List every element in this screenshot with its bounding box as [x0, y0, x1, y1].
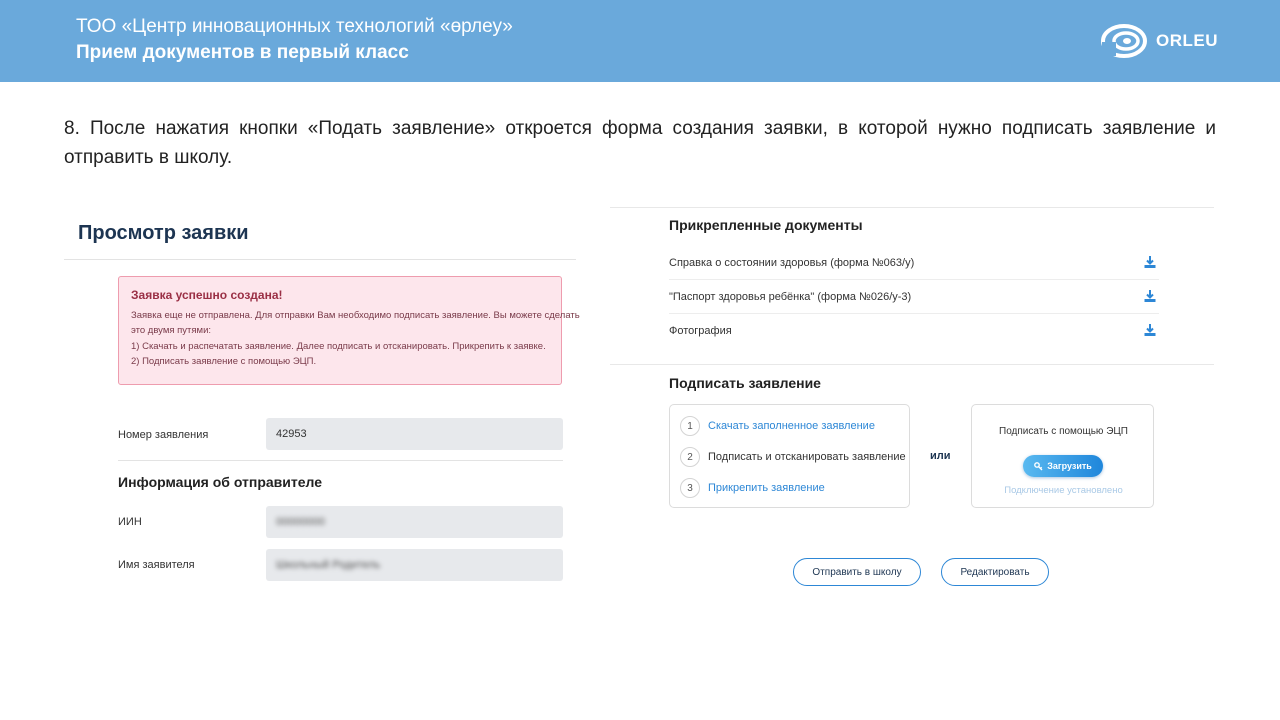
download-icon[interactable] [1143, 255, 1157, 269]
org-name: ТОО «Центр инновационных технологий «өрл… [76, 16, 513, 37]
row-divider [669, 313, 1159, 314]
slide-subtitle: Прием документов в первый класс [76, 42, 409, 63]
step-number: 2 [680, 447, 700, 467]
intro-paragraph: 8. После нажатия кнопки «Подать заявлени… [64, 118, 1216, 168]
alert-heading: Заявка успешно создана! [131, 288, 283, 302]
alert-line: 2) Подписать заявление с помощью ЭЦП. [131, 356, 317, 367]
step-item[interactable]: 3 Прикрепить заявление [680, 477, 825, 499]
divider [118, 460, 563, 461]
applicant-name-field[interactable]: Школьный Родитель [266, 549, 563, 581]
document-name: Фотография [669, 325, 732, 337]
or-separator: или [930, 450, 951, 462]
step-label: Подписать и отсканировать заявление [708, 451, 906, 463]
sender-info-title: Информация об отправителе [118, 474, 323, 490]
step-number: 3 [680, 478, 700, 498]
sign-title: Подписать заявление [669, 375, 821, 391]
step-item[interactable]: 1 Скачать заполненное заявление [680, 415, 875, 437]
key-icon [1034, 461, 1043, 470]
step-label[interactable]: Прикрепить заявление [708, 482, 825, 494]
document-row: Справка о состоянии здоровья (форма №063… [669, 247, 1159, 280]
iin-value: 00000000 [276, 516, 325, 528]
connection-status: Подключение установлено [1004, 485, 1123, 496]
iin-label: ИИН [118, 516, 142, 528]
documents-title: Прикрепленные документы [669, 217, 863, 233]
orleu-logo: ORLEU [1100, 22, 1218, 60]
document-name: "Паспорт здоровья ребёнка" (форма №026/у… [669, 291, 912, 303]
header-banner: ТОО «Центр инновационных технологий «өрл… [0, 0, 1280, 82]
document-row: "Паспорт здоровья ребёнка" (форма №026/у… [669, 281, 1159, 314]
logo-text: ORLEU [1156, 31, 1218, 50]
divider [610, 207, 1214, 208]
ecp-title: Подписать с помощью ЭЦП [999, 426, 1128, 437]
send-to-school-button[interactable]: Отправить в школу [793, 558, 921, 586]
iin-field[interactable]: 00000000 [266, 506, 563, 538]
applicant-name-label: Имя заявителя [118, 559, 195, 571]
success-alert: Заявка успешно создана! Заявка еще не от… [118, 276, 580, 385]
document-row: Фотография [669, 315, 1159, 348]
ecp-sign-box: Подписать с помощью ЭЦП Загрузить Подклю… [971, 404, 1154, 508]
app-number-field[interactable]: 42953 [266, 418, 563, 450]
orleu-swirl-icon [1101, 24, 1147, 58]
step-number: 1 [680, 416, 700, 436]
download-icon[interactable] [1143, 323, 1157, 337]
upload-button-label: Загрузить [1047, 461, 1092, 471]
step-item: 2 Подписать и отсканировать заявление [680, 446, 906, 468]
upload-button[interactable]: Загрузить [1023, 455, 1103, 477]
document-name: Справка о состоянии здоровья (форма №063… [669, 257, 915, 269]
applicant-name-value: Школьный Родитель [276, 559, 381, 571]
divider [610, 364, 1214, 365]
download-icon[interactable] [1143, 289, 1157, 303]
row-divider [669, 279, 1159, 280]
step-label[interactable]: Скачать заполненное заявление [708, 420, 875, 432]
alert-line: это двумя путями: [131, 325, 212, 336]
manual-sign-steps: 1 Скачать заполненное заявление 2 Подпис… [669, 404, 910, 508]
divider [64, 259, 576, 260]
alert-line: 1) Скачать и распечатать заявление. Дале… [131, 341, 546, 352]
alert-line: Заявка еще не отправлена. Для отправки В… [131, 310, 580, 321]
view-title: Просмотр заявки [78, 222, 249, 244]
edit-button[interactable]: Редактировать [941, 558, 1049, 586]
app-number-label: Номер заявления [118, 429, 209, 441]
